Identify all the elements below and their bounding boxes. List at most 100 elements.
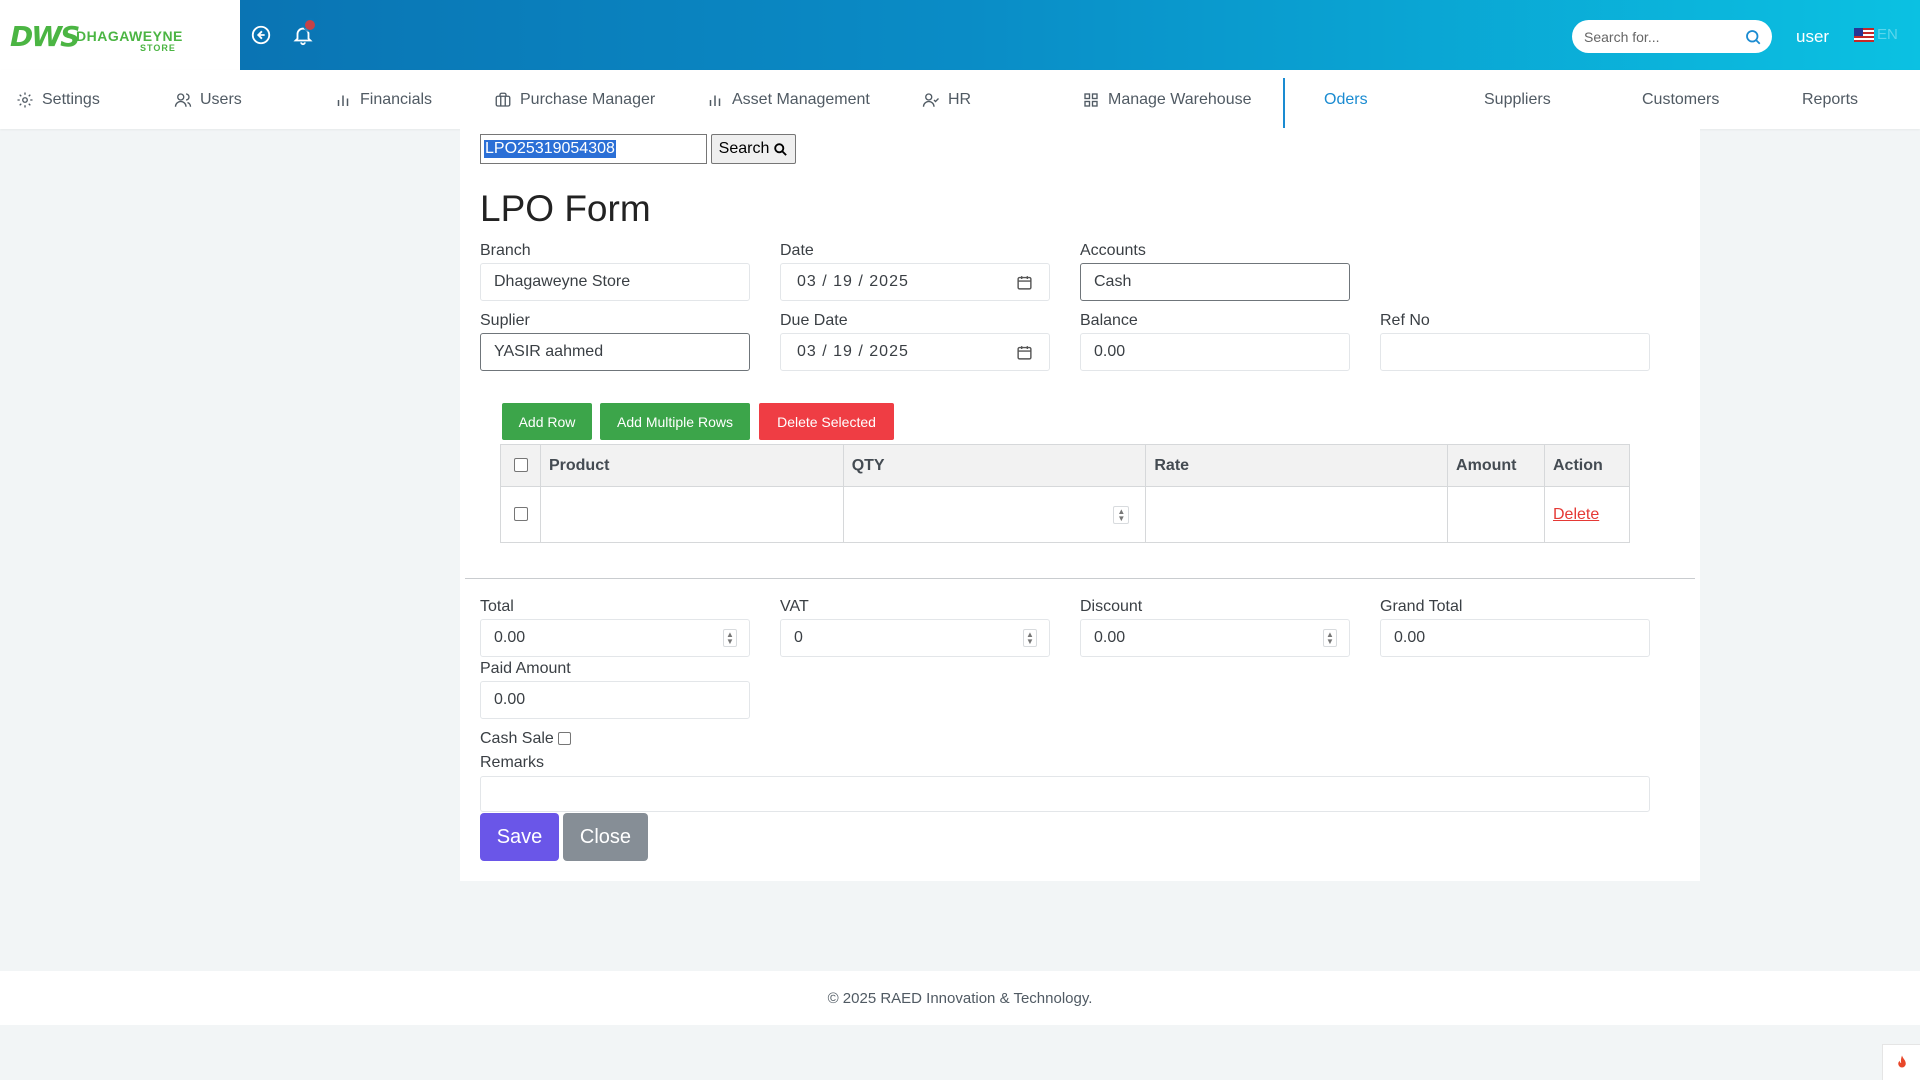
rate-cell[interactable] (1145, 486, 1449, 543)
nav-label: Asset Management (732, 90, 870, 108)
nav-item-suppliers[interactable]: Suppliers (1484, 70, 1551, 129)
total-stepper[interactable]: ▲ ▼ (723, 629, 737, 647)
cash-sale-checkbox[interactable] (558, 732, 571, 745)
nav-item-hr[interactable]: HR (922, 70, 971, 129)
branch-field[interactable]: Dhagaweyne Store (480, 263, 750, 301)
items-table: Product QTY Rate Amount Action ▲ ▼ Delete (500, 444, 1631, 543)
total-value: 0.00 (494, 629, 526, 646)
grand-total-value: 0.00 (1394, 629, 1426, 646)
column-header: Product (539, 444, 844, 487)
main-nav: Settings Users Financials Purchase Manag… (0, 70, 1920, 129)
paid-amount-label: Paid Amount (480, 660, 571, 677)
user-check-icon (922, 92, 939, 107)
top-header: DWS DHAGAWEYNE STORE user EN (0, 0, 1920, 70)
delete-row-link[interactable]: Delete (1553, 506, 1599, 523)
branch-label: Branch (480, 242, 531, 259)
remarks-field[interactable] (480, 776, 1650, 812)
calendar-icon[interactable] (1016, 274, 1033, 291)
user-menu[interactable]: user (1796, 27, 1829, 47)
total-field[interactable]: 0.00 ▲ ▼ (480, 619, 750, 657)
ref-no-label: Ref No (1380, 312, 1430, 329)
logo[interactable]: DWS DHAGAWEYNE STORE (0, 0, 240, 70)
nav-item-settings[interactable]: Settings (16, 70, 100, 129)
discount-stepper[interactable]: ▲ ▼ (1323, 629, 1337, 647)
table-header-row: Product QTY Rate Amount Action (500, 444, 1631, 487)
briefcase-icon (495, 92, 511, 107)
paid-amount-field[interactable]: 0.00 (480, 681, 750, 719)
grand-total-label: Grand Total (1380, 598, 1463, 615)
balance-value: 0.00 (1094, 343, 1126, 360)
vat-field[interactable]: 0 ▲ ▼ (780, 619, 1050, 657)
discount-label: Discount (1080, 598, 1143, 615)
discount-value: 0.00 (1094, 629, 1126, 646)
remarks-label: Remarks (480, 754, 545, 771)
nav-label: Purchase Manager (520, 90, 656, 108)
supplier-select[interactable]: YASIR aahmed (480, 333, 750, 371)
qty-stepper[interactable]: ▲ ▼ (1113, 506, 1130, 524)
calendar-icon[interactable] (1016, 344, 1033, 361)
accounts-value: Cash (1094, 273, 1132, 290)
section-divider (465, 578, 1695, 579)
accounts-label: Accounts (1080, 242, 1146, 259)
qty-cell[interactable]: ▲ ▼ (842, 486, 1147, 543)
nav-label: Suppliers (1484, 90, 1551, 108)
select-all-cell (500, 444, 541, 487)
nav-label: Users (200, 90, 242, 108)
column-header: Action (1543, 444, 1631, 487)
balance-field[interactable]: 0.00 (1080, 333, 1350, 371)
row-checkbox[interactable] (514, 507, 528, 522)
due-date-field[interactable]: 03 / 19 / 2025 (780, 333, 1050, 371)
nav-label: Settings (42, 90, 100, 108)
ref-no-field[interactable] (1380, 333, 1650, 371)
table-row: ▲ ▼ Delete (500, 486, 1631, 543)
total-label: Total (480, 598, 514, 615)
add-multiple-rows-button[interactable]: Add Multiple Rows (600, 403, 750, 440)
language-label[interactable]: EN (1877, 26, 1898, 43)
close-button[interactable]: Close (563, 813, 648, 861)
nav-label: HR (948, 90, 972, 108)
save-button[interactable]: Save (480, 813, 559, 861)
cash-sale-label: Cash Sale (480, 730, 554, 747)
nav-item-users[interactable]: Users (174, 70, 242, 129)
users-icon (174, 92, 192, 107)
active-nav-indicator (1283, 78, 1285, 128)
nav-item-customers[interactable]: Customers (1642, 70, 1719, 129)
copyright-text: © 2025 RAED Innovation & Technology. (827, 989, 1093, 1007)
paid-amount-value: 0.00 (494, 691, 526, 708)
discount-field[interactable]: 0.00 ▲ ▼ (1080, 619, 1350, 657)
flame-icon[interactable] (1882, 1044, 1920, 1080)
product-cell[interactable] (539, 486, 844, 543)
date-field[interactable]: 03 / 19 / 2025 (780, 263, 1050, 301)
search-input[interactable] (1584, 27, 1744, 47)
nav-item-purchase-manager[interactable]: Purchase Manager (494, 70, 655, 129)
delete-selected-button[interactable]: Delete Selected (759, 403, 894, 440)
us-flag-icon[interactable] (1854, 28, 1874, 42)
search-icon[interactable] (1744, 28, 1762, 46)
due-date-value: 03 / 19 / 2025 (797, 343, 909, 360)
nav-item-oders[interactable]: Oders (1324, 70, 1368, 129)
amount-cell (1447, 486, 1545, 543)
grid-icon (1084, 92, 1098, 107)
vat-label: VAT (780, 598, 809, 615)
nav-label: Financials (360, 90, 433, 108)
select-all-checkbox[interactable] (514, 458, 528, 473)
bar-chart-icon (337, 95, 349, 106)
gear-icon (17, 92, 33, 107)
vat-stepper[interactable]: ▲ ▼ (1023, 629, 1037, 647)
nav-item-asset-management[interactable]: Asset Management (706, 70, 870, 129)
grand-total-field[interactable]: 0.00 (1380, 619, 1650, 657)
accounts-select[interactable]: Cash (1080, 263, 1350, 301)
nav-label: Manage Warehouse (1108, 90, 1252, 108)
nav-item-manage-warehouse[interactable]: Manage Warehouse (1082, 70, 1252, 129)
nav-item-financials[interactable]: Financials (334, 70, 432, 129)
lpo-search-button[interactable]: Search (711, 134, 796, 164)
branch-value: Dhagaweyne Store (494, 273, 631, 290)
date-label: Date (780, 242, 814, 259)
logo-mark: DWS (10, 20, 80, 53)
nav-item-reports[interactable]: Reports (1802, 70, 1858, 129)
header-search (1572, 20, 1772, 53)
add-row-button[interactable]: Add Row (502, 403, 592, 440)
back-arrow-icon[interactable] (250, 24, 272, 46)
nav-label: Reports (1802, 90, 1859, 108)
bar-chart-icon (709, 95, 721, 106)
